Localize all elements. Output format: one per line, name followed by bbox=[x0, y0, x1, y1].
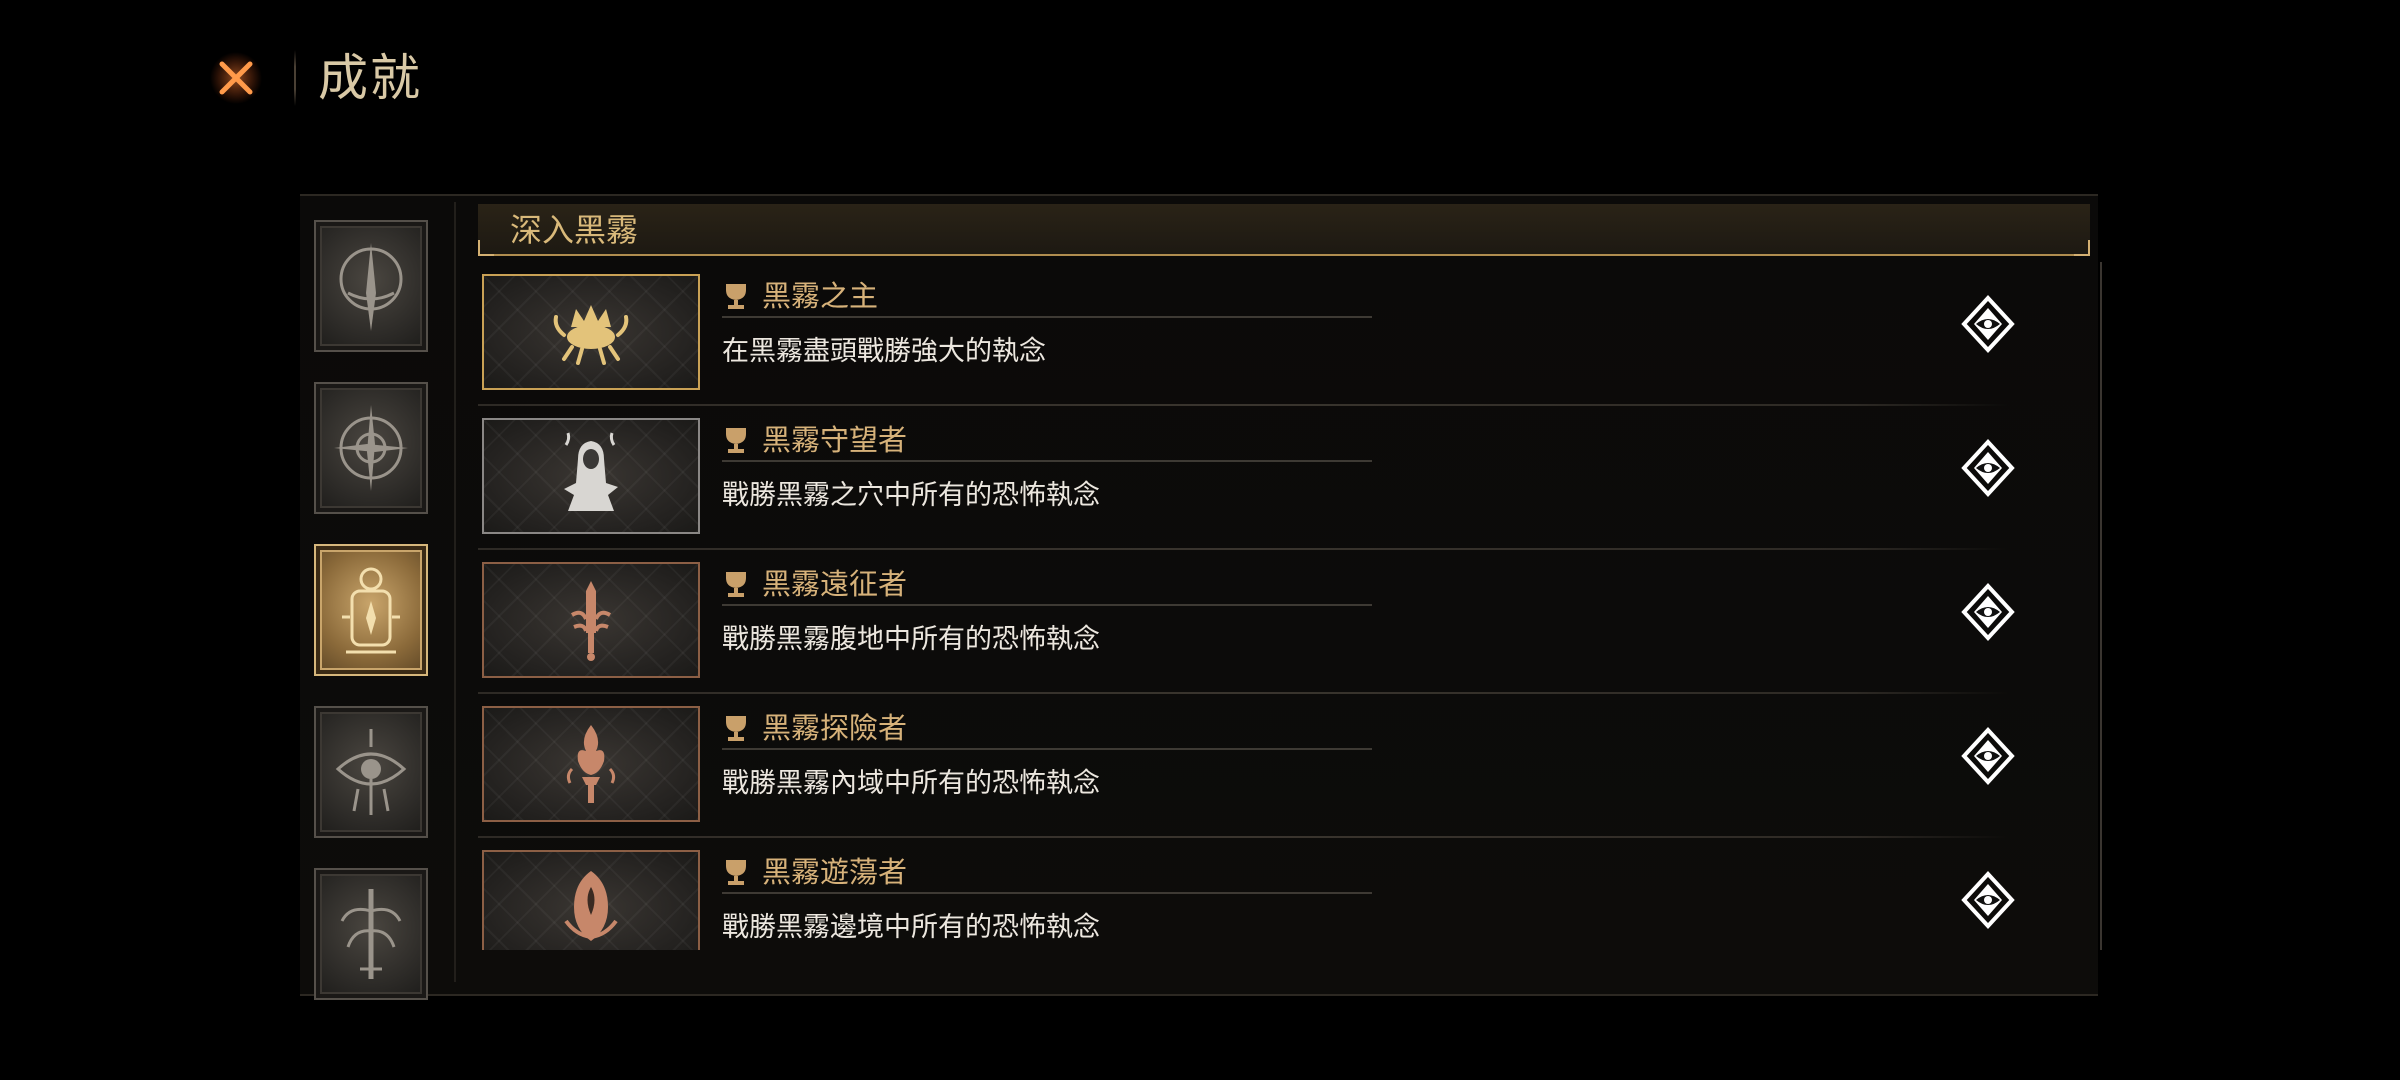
trophy-icon bbox=[726, 860, 746, 885]
reward-emblem-icon bbox=[1961, 727, 2015, 785]
category-tab-1[interactable] bbox=[314, 220, 428, 352]
achievement-title: 黑霧遠征者 bbox=[762, 567, 908, 601]
achievement-row[interactable]: 黑霧探險者 戰勝黑霧內域中所有的恐怖執念 bbox=[478, 694, 2058, 838]
achievement-description: 戰勝黑霧之穴中所有的恐怖執念 bbox=[722, 480, 1100, 511]
cloak-icon bbox=[564, 871, 618, 941]
achievement-title: 黑霧遊蕩者 bbox=[762, 855, 908, 889]
achievement-title-row: 黑霧探險者 bbox=[722, 708, 1372, 750]
eye-sigil-icon bbox=[335, 729, 407, 815]
tree-sigil-icon bbox=[340, 889, 402, 979]
trophy-icon bbox=[726, 284, 746, 309]
achievement-badge bbox=[482, 274, 700, 390]
trophy-icon bbox=[726, 428, 746, 453]
achievement-list[interactable]: 黑霧之主 在黑霧盡頭戰勝強大的執念 黑霧守望者 戰勝黑霧之穴中所有的恐怖執念 黑… bbox=[478, 262, 2102, 950]
achievement-title: 黑霧探險者 bbox=[762, 711, 908, 745]
reward-emblem-icon bbox=[1961, 439, 2015, 497]
lantern-icon bbox=[342, 567, 400, 654]
close-button[interactable] bbox=[208, 50, 264, 106]
category-tab-3[interactable] bbox=[314, 544, 428, 676]
spire-icon bbox=[339, 243, 403, 331]
achievement-row[interactable]: 黑霧遠征者 戰勝黑霧腹地中所有的恐怖執念 bbox=[478, 550, 2058, 694]
reward-button[interactable] bbox=[1958, 582, 2018, 642]
category-tab-5[interactable] bbox=[314, 868, 428, 1000]
reward-emblem-icon bbox=[1961, 583, 2015, 641]
hooded-figure-icon bbox=[564, 432, 618, 511]
reward-button[interactable] bbox=[1958, 294, 2018, 354]
section-title: 深入黑霧 bbox=[510, 211, 639, 249]
achievement-title-row: 黑霧遊蕩者 bbox=[722, 852, 1372, 894]
compass-icon bbox=[334, 405, 408, 491]
trophy-icon bbox=[726, 716, 746, 741]
achievement-title: 黑霧之主 bbox=[762, 279, 879, 313]
achievement-description: 在黑霧盡頭戰勝強大的執念 bbox=[722, 336, 1046, 367]
achievement-badge bbox=[482, 850, 700, 950]
achievement-description: 戰勝黑霧內域中所有的恐怖執念 bbox=[722, 768, 1100, 799]
achievement-row[interactable]: 黑霧之主 在黑霧盡頭戰勝強大的執念 bbox=[478, 262, 2058, 406]
crown-crab-icon bbox=[553, 305, 629, 365]
achievement-title: 黑霧守望者 bbox=[762, 423, 908, 457]
achievement-badge bbox=[482, 418, 700, 534]
sword-icon bbox=[570, 581, 612, 661]
reward-emblem-icon bbox=[1961, 295, 2015, 353]
section-header: 深入黑霧 bbox=[478, 204, 2090, 256]
reward-emblem-icon bbox=[1961, 871, 2015, 929]
page-title: 成就 bbox=[318, 49, 422, 107]
achievement-description: 戰勝黑霧邊境中所有的恐怖執念 bbox=[722, 912, 1100, 943]
achievement-badge bbox=[482, 562, 700, 678]
achievement-badge bbox=[482, 706, 700, 822]
panel-divider bbox=[454, 202, 456, 982]
achievement-description: 戰勝黑霧腹地中所有的恐怖執念 bbox=[722, 624, 1100, 655]
torch-icon bbox=[566, 725, 616, 803]
reward-button[interactable] bbox=[1958, 870, 2018, 930]
category-tab-2[interactable] bbox=[314, 382, 428, 514]
header-divider bbox=[294, 50, 296, 106]
achievement-row[interactable]: 黑霧遊蕩者 戰勝黑霧邊境中所有的恐怖執念 bbox=[478, 838, 2058, 950]
achievement-title-row: 黑霧之主 bbox=[722, 276, 1372, 318]
achievement-title-row: 黑霧遠征者 bbox=[722, 564, 1372, 606]
category-tab-4[interactable] bbox=[314, 706, 428, 838]
close-x-icon bbox=[210, 52, 262, 104]
achievement-panel: 深入黑霧 黑霧之主 在黑霧盡頭戰勝強大的執念 黑霧守望者 戰勝黑霧之穴中所有的恐… bbox=[300, 194, 2102, 1000]
achievement-row[interactable]: 黑霧守望者 戰勝黑霧之穴中所有的恐怖執念 bbox=[478, 406, 2058, 550]
trophy-icon bbox=[726, 572, 746, 597]
reward-button[interactable] bbox=[1958, 438, 2018, 498]
reward-button[interactable] bbox=[1958, 726, 2018, 786]
achievement-title-row: 黑霧守望者 bbox=[722, 420, 1372, 462]
